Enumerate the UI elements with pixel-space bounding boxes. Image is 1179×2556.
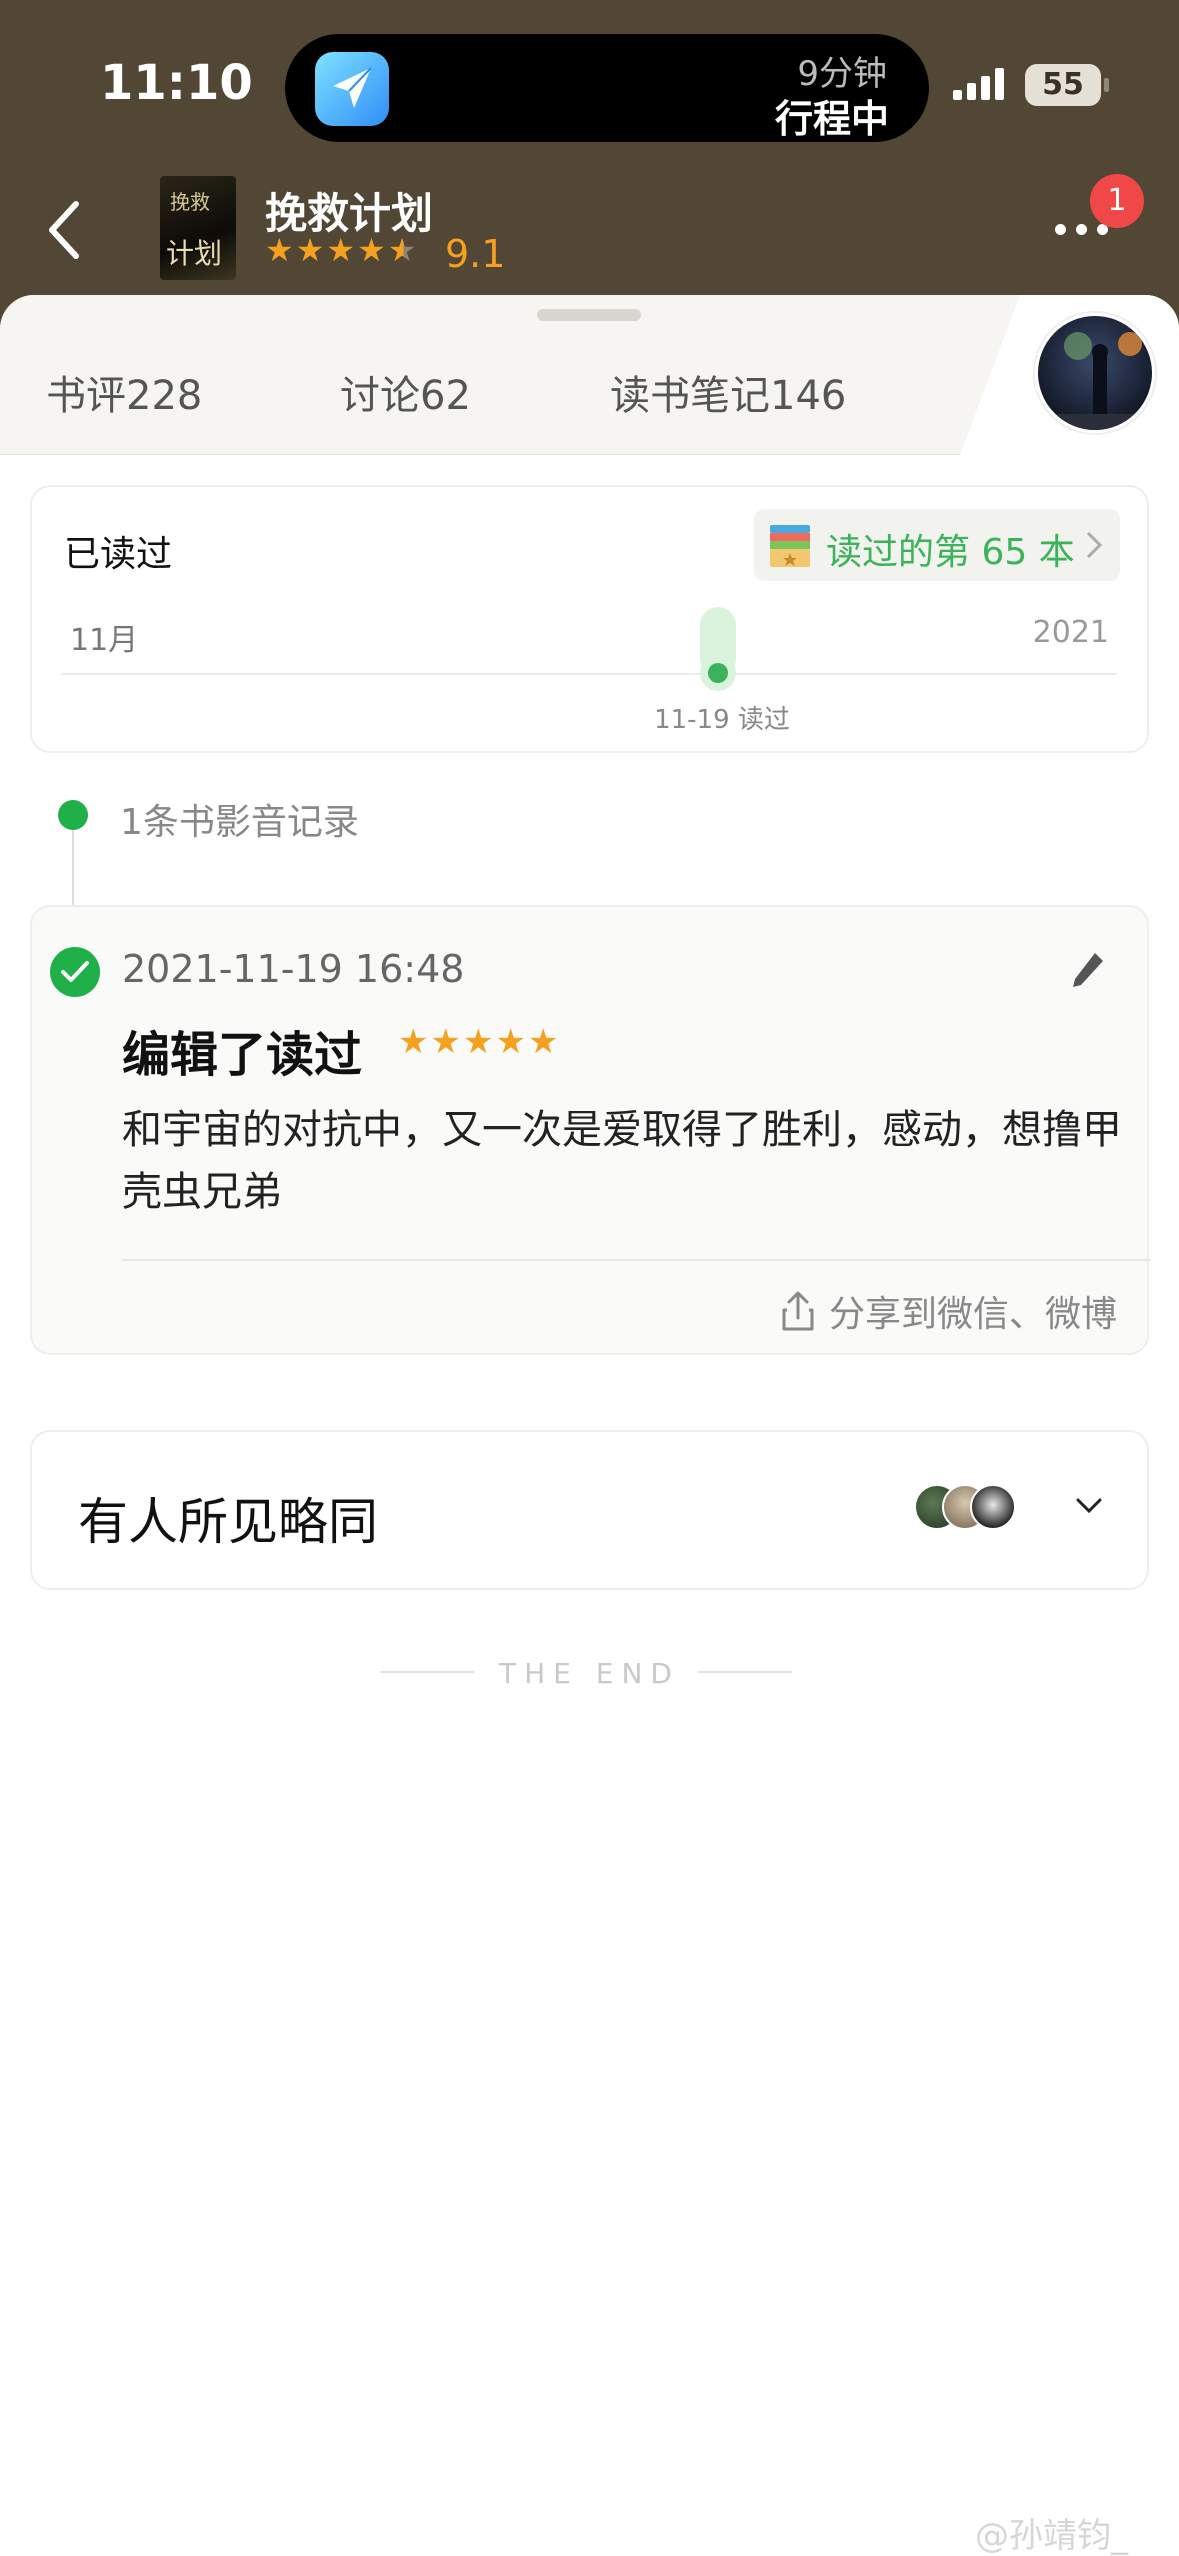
tab-reading-notes[interactable]: 读书笔记146 <box>610 363 846 421</box>
rating-stars: ★ ★ ★ ★ ★ <box>265 233 416 267</box>
note-timestamp: 2021-11-19 16:48 <box>122 947 465 991</box>
timeline-marker[interactable] <box>700 655 736 691</box>
star-icon: ★ <box>398 1022 429 1062</box>
edit-icon[interactable] <box>1067 949 1107 993</box>
cover-text-top: 挽救 <box>170 190 210 214</box>
star-icon: ★ <box>495 1022 526 1062</box>
battery-nub <box>1104 78 1109 92</box>
reader-avatar <box>970 1484 1016 1530</box>
star-icon: ★ <box>295 231 325 269</box>
timeline-event-label: 11-19 读过 <box>654 705 790 735</box>
similar-readers-card[interactable]: 有人所见略同 <box>30 1430 1149 1590</box>
timeline-axis <box>62 673 1117 675</box>
star-icon: ★ <box>430 1022 461 1062</box>
island-status: 行程中 <box>774 97 889 141</box>
read-count-label: 读过的第 65 本 <box>826 532 1075 573</box>
timeline-year: 2021 <box>1032 615 1109 650</box>
share-button[interactable]: 分享到微信、微博 <box>781 1285 1117 1337</box>
share-icon <box>782 1291 814 1331</box>
share-label: 分享到微信、微博 <box>828 1294 1117 1335</box>
rating-score: 9.1 <box>445 232 506 276</box>
star-icon: ★ <box>265 231 294 269</box>
record-dot <box>58 800 88 830</box>
check-icon <box>50 947 100 997</box>
dot-icon <box>1055 224 1066 235</box>
end-divider-right <box>698 1671 792 1673</box>
star-icon: ★ <box>462 1022 494 1062</box>
back-icon[interactable] <box>40 190 90 270</box>
cover-text-bottom: 计划 <box>166 237 223 270</box>
note-title: 编辑了读过 <box>122 1027 363 1083</box>
bookshelf-icon <box>770 525 810 567</box>
star-icon: ★ <box>357 231 386 269</box>
end-label: THE END <box>499 1657 680 1690</box>
drag-handle[interactable] <box>537 309 641 321</box>
notification-badge: 1 <box>1090 174 1144 228</box>
tab-reviews[interactable]: 书评228 <box>46 363 202 421</box>
star-icon: ★ <box>326 231 356 269</box>
note-card: 2021-11-19 16:48 编辑了读过 ★ ★ ★ ★ ★ 和宇宙的对抗中… <box>30 905 1151 1355</box>
navigation-app-icon <box>315 52 389 126</box>
star-icon: ★ <box>527 1022 559 1062</box>
chevron-down-icon[interactable] <box>1074 1496 1104 1516</box>
reader-avatars <box>914 1484 1016 1534</box>
battery-icon: 55 <box>1025 64 1101 106</box>
detail-sheet: 书评228 讨论62 读书笔记146 已读过 读过的第 65 本 11月 202… <box>0 295 1179 2556</box>
note-rating-stars: ★ ★ ★ ★ ★ <box>398 1025 558 1059</box>
half-star-icon: ★ <box>387 231 417 269</box>
status-time: 11:10 <box>100 55 253 111</box>
timeline-month: 11月 <box>70 623 139 658</box>
tab-discussions[interactable]: 讨论62 <box>340 363 471 421</box>
user-avatar[interactable] <box>1035 313 1155 433</box>
chevron-right-icon <box>1086 531 1103 559</box>
read-count-link[interactable]: 读过的第 65 本 <box>754 509 1120 581</box>
read-status-title: 已读过 <box>64 534 173 575</box>
header-bar: 11:10 9分钟 行程中 55 挽救 计划 挽救计划 ★ ★ ★ ★ ★ 9.… <box>0 0 1179 330</box>
note-body: 和宇宙的对抗中，又一次是爱取得了胜利，感动，想撸甲壳虫兄弟 <box>122 1107 1122 1215</box>
read-status-card: 已读过 读过的第 65 本 11月 2021 11-19 读过 <box>30 485 1149 753</box>
note-divider <box>122 1259 1151 1261</box>
similar-readers-label: 有人所见略同 <box>78 1493 378 1551</box>
tab-bar: 书评228 讨论62 读书笔记146 <box>0 295 1179 455</box>
signal-icon <box>953 68 1004 100</box>
book-cover[interactable]: 挽救 计划 <box>160 176 236 280</box>
dynamic-island[interactable]: 9分钟 行程中 <box>285 34 929 142</box>
weibo-watermark: @孙靖钧_ <box>975 2516 1128 2556</box>
record-count: 1条书影音记录 <box>120 802 359 843</box>
dot-icon <box>1076 224 1087 235</box>
